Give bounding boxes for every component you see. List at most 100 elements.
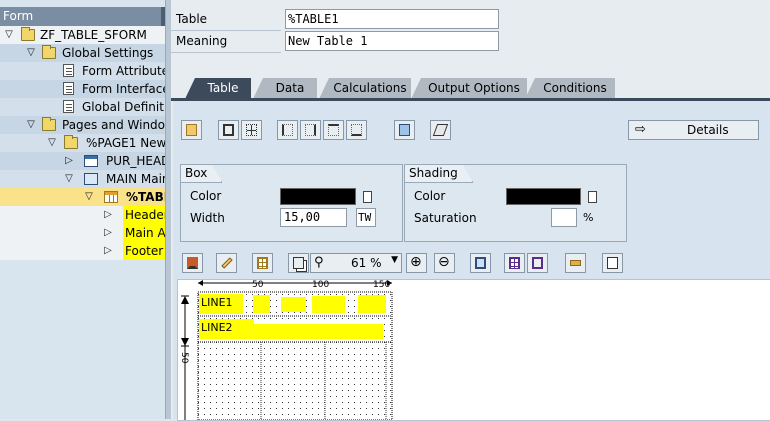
line1-cell[interactable] (312, 296, 345, 313)
table-editor: Table %TABLE1 Meaning New Table 1 Table … (171, 0, 770, 421)
ruler-mark: 150 (373, 280, 390, 290)
expand-toggle-icon[interactable]: ▷ (64, 152, 74, 170)
shading-group: Shading Color Saturation % (404, 164, 627, 242)
tree-node-page1[interactable]: ▽ %PAGE1 New Page (0, 134, 165, 152)
eraser-button[interactable] (430, 120, 451, 140)
frame-left-icon (282, 124, 293, 136)
expand-toggle-icon[interactable]: ▷ (103, 242, 113, 260)
folder-icon (21, 27, 35, 41)
table-painter-button[interactable] (394, 120, 415, 140)
copy-layout-button[interactable] (288, 253, 309, 273)
collapse-toggle-icon[interactable]: ▽ (4, 26, 14, 44)
saturation-input[interactable] (551, 208, 577, 227)
collapse-toggle-icon[interactable]: ▽ (47, 134, 57, 152)
frame-right-button[interactable] (300, 120, 321, 140)
table-painter-svg: 50 100 150 50 LINE1 LINE2 (179, 280, 393, 420)
layout-settings-icon (607, 257, 618, 269)
tree-node-form[interactable]: ▽ ZF_TABLE_SFORM (0, 26, 165, 44)
zoom-out-button[interactable]: ⊖ (434, 253, 455, 273)
box-width-label: Width (190, 211, 225, 225)
document-icon (63, 100, 74, 113)
frame-top-button[interactable] (323, 120, 344, 140)
tree-node-table1[interactable]: ▽ %TABLE1 (0, 188, 165, 206)
tree-node-global-settings[interactable]: ▽ Global Settings (0, 44, 165, 62)
shading-color-label: Color (414, 189, 446, 203)
tab-output-options[interactable]: Output Options (411, 78, 527, 99)
frame-outer-icon (223, 124, 234, 136)
folder-icon (64, 135, 78, 149)
table-name-field[interactable]: %TABLE1 (285, 9, 499, 29)
shading-color-swatch[interactable] (506, 188, 581, 205)
frame-left-button[interactable] (277, 120, 298, 140)
tree-node-label: Main Area (123, 224, 165, 242)
stamp-button[interactable] (182, 253, 203, 273)
collapse-toggle-icon[interactable]: ▽ (26, 116, 36, 134)
box-color-swatch[interactable] (280, 188, 356, 205)
meaning-field[interactable]: New Table 1 (285, 31, 499, 51)
collapse-toggle-icon[interactable]: ▽ (84, 188, 94, 206)
zoom-selector[interactable]: ⚲ 61 % ▼ (310, 253, 402, 273)
ruler-icon (570, 260, 581, 266)
grid-lines-button[interactable] (504, 253, 525, 273)
meaning-row: Meaning New Table 1 (171, 31, 770, 53)
color-picker-icon[interactable] (363, 191, 372, 203)
ruler-mark: 50 (179, 352, 189, 364)
tree-node-main-area[interactable]: ▷ Main Area (0, 224, 165, 242)
dropdown-arrow-icon[interactable]: ▼ (391, 255, 398, 265)
expand-toggle-icon[interactable]: ▷ (103, 224, 113, 242)
tab-conditions[interactable]: Conditions (525, 78, 615, 99)
collapse-toggle-icon[interactable]: ▽ (26, 44, 36, 62)
layout-settings-button[interactable] (602, 253, 623, 273)
tree-node-pur-header[interactable]: ▷ PUR_HEADER (0, 152, 165, 170)
tree-node-label: Form Interface (82, 82, 165, 96)
tree-node-label: PUR_HEADER (106, 154, 165, 168)
frame-grid-button[interactable] (527, 253, 548, 273)
ruler-arrow-down (181, 338, 189, 346)
frame-grid-icon (532, 257, 543, 269)
line1-cell[interactable] (253, 295, 270, 313)
expand-toggle-icon[interactable]: ▷ (103, 206, 113, 224)
line2-cell[interactable] (211, 324, 383, 339)
table-tab-panel: ⇨ Details Box Color Width 15,00 TW Shadi… (173, 101, 770, 421)
table-grid-button[interactable] (252, 253, 273, 273)
pencil-button[interactable] (216, 253, 237, 273)
tree-node-label: %PAGE1 New Page (86, 136, 165, 150)
color-picker-icon[interactable] (588, 191, 597, 203)
window-stack-icon (84, 173, 98, 185)
box-group: Box Color Width 15,00 TW (180, 164, 403, 242)
box-width-unit: TW (356, 208, 376, 227)
frame-inner-button[interactable] (241, 120, 262, 140)
tree-node-form-interface[interactable]: Form Interface (0, 80, 165, 98)
shading-group-title: Shading (405, 165, 473, 183)
details-button[interactable]: ⇨ Details (628, 120, 759, 140)
ruler-button[interactable] (565, 253, 586, 273)
tree-node-label: Form Attributes (82, 64, 165, 78)
tree-header: Form (0, 7, 165, 26)
tree-node-label: Global Settings (62, 46, 154, 60)
frame-bottom-button[interactable] (346, 120, 367, 140)
tree-node-header[interactable]: ▷ Header (0, 206, 165, 224)
zoom-in-button[interactable]: ⊕ (406, 253, 427, 273)
tree-node-form-attributes[interactable]: Form Attributes (0, 62, 165, 80)
tree-node-pages-and-windows[interactable]: ▽ Pages and Windows (0, 116, 165, 134)
box-width-input[interactable]: 15,00 (280, 208, 347, 227)
table-painter-canvas[interactable]: 50 100 150 50 LINE1 LINE2 (177, 279, 770, 421)
saturation-label: Saturation (414, 211, 477, 225)
grid-lines-icon (509, 257, 520, 269)
document-icon (63, 64, 74, 77)
line1-cell[interactable] (358, 295, 386, 313)
stamp-icon (187, 257, 198, 269)
tree-node-global-definitions[interactable]: Global Definitions (0, 98, 165, 116)
tree-node-footer[interactable]: ▷ Footer (0, 242, 165, 260)
frame-outer-button[interactable] (218, 120, 239, 140)
collapse-toggle-icon[interactable]: ▽ (64, 170, 74, 188)
arrow-right-icon: ⇨ (635, 122, 646, 137)
tab-data[interactable]: Data (253, 78, 317, 99)
tree-node-main[interactable]: ▽ MAIN Main Area (0, 170, 165, 188)
table-layout-button[interactable] (181, 120, 202, 140)
select-cells-icon (475, 257, 486, 269)
select-cells-button[interactable] (470, 253, 491, 273)
line1-cell[interactable] (281, 297, 306, 312)
tab-calculations[interactable]: Calculations (319, 78, 411, 99)
tab-table[interactable]: Table (185, 78, 251, 99)
